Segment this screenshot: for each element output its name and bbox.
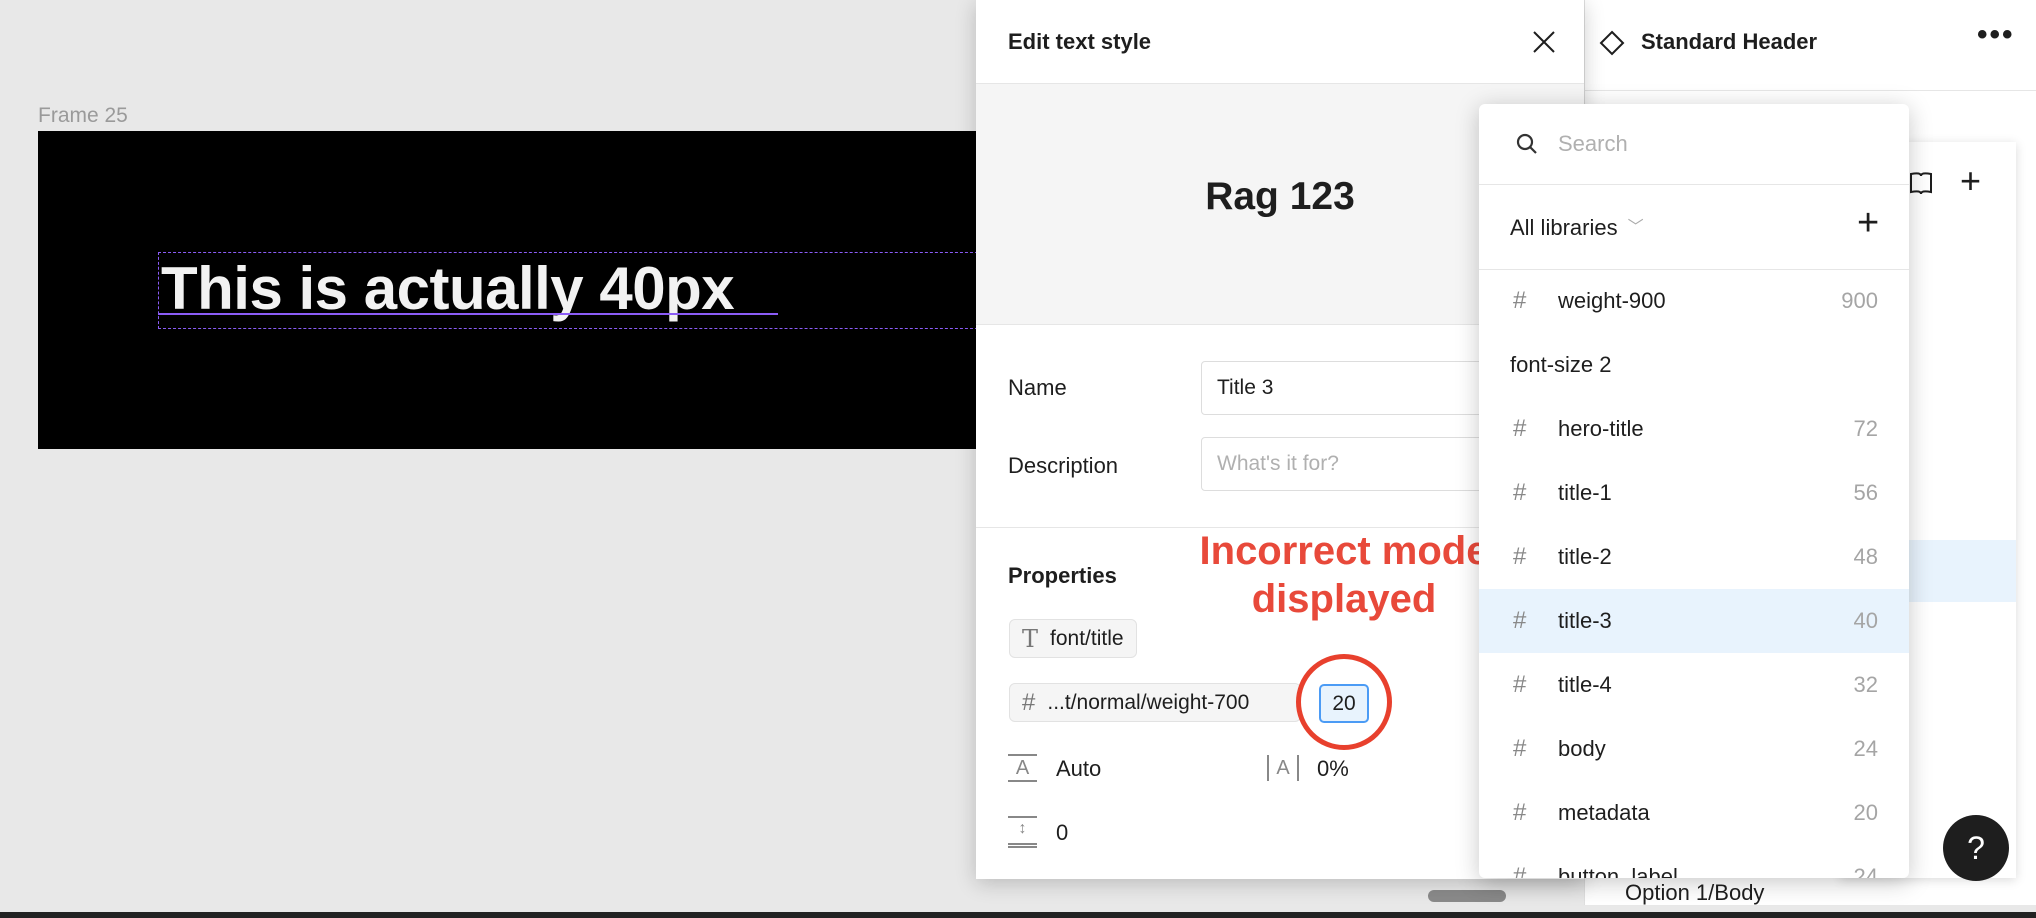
variable-option-button_label[interactable]: # button_label 24 [1479,845,1909,878]
line-height-value[interactable]: Auto [1056,756,1101,782]
variable-hash-icon: # [1513,287,1527,314]
option-value: 40 [1853,608,1878,633]
option-value: 72 [1853,416,1878,441]
variable-option-title-4[interactable]: # title-4 32 [1479,653,1909,717]
font-family-value: font/title [1050,626,1124,650]
annotation-line-2: displayed [1251,577,1437,621]
book-icon[interactable] [1908,170,1934,196]
annotation-line-1: Incorrect mode [1199,529,1489,573]
option-name: title-4 [1558,672,1612,697]
variable-option-title-2[interactable]: # title-2 48 [1479,525,1909,589]
close-icon[interactable] [1532,30,1556,54]
variable-option-font-size 2[interactable]: font-size 2 [1479,333,1909,397]
properties-heading: Properties [1008,563,1117,588]
font-weight-value: ...t/normal/weight-700 [1047,690,1250,714]
font-family-chip[interactable]: T font/title [1009,619,1137,658]
option-value: 900 [1841,288,1878,313]
variable-option-metadata[interactable]: # metadata 20 [1479,781,1909,845]
description-input[interactable]: What's it for? [1201,437,1501,491]
option-name: hero-title [1558,416,1644,441]
option-name: metadata [1558,800,1650,825]
help-button[interactable]: ? [1943,815,2009,881]
frame-label[interactable]: Frame 25 [38,104,128,128]
variable-hash-icon: # [1513,735,1527,762]
more-options-icon[interactable]: ••• [1977,18,2015,52]
variable-option-body[interactable]: # body 24 [1479,717,1909,781]
library-filter-label: All libraries [1510,215,1618,240]
divider [1479,184,1909,185]
letter-spacing-value[interactable]: 0% [1317,756,1349,782]
option-value: 24 [1853,864,1878,878]
paragraph-spacing-icon: ↕ [1008,816,1037,848]
variable-hash-icon: # [1513,607,1527,634]
variable-hash-icon: # [1513,863,1527,878]
option-value: 56 [1853,480,1878,505]
option-value: 24 [1853,736,1878,761]
option-name: weight-900 [1558,288,1666,313]
variable-option-title-3[interactable]: # title-3 40 [1479,589,1909,653]
selection-box[interactable] [158,252,988,329]
description-label: Description [1008,453,1119,478]
paragraph-spacing-value[interactable]: 0 [1056,820,1068,846]
variable-hash-icon: # [1513,799,1527,826]
letter-spacing-icon: A [1267,755,1299,781]
search-icon [1516,133,1537,154]
line-height-icon: A [1008,754,1037,782]
library-filter-dropdown[interactable]: All libraries ﹀ [1510,215,1644,241]
variable-hash-icon: # [1513,671,1527,698]
search-input[interactable]: Search [1558,131,1628,157]
name-input[interactable]: Title 3 [1201,361,1501,415]
screen-edge [0,912,2036,918]
variable-hash-icon: # [1513,479,1527,506]
add-icon[interactable]: + [1960,160,1981,202]
text-type-icon: T [1022,624,1039,653]
variable-option-weight-900[interactable]: # weight-900 900 [1479,269,1909,333]
panel-header: Standard Header ••• [1585,0,2036,91]
dialog-title: Edit text style [1008,29,1152,54]
name-label: Name [1008,375,1067,400]
layer-item[interactable]: Option 1/Body [1625,880,1764,906]
scrollbar[interactable] [1428,890,1506,902]
option-name: button_label [1558,864,1678,878]
component-title: Standard Header [1641,29,1818,54]
component-diamond-icon [1599,30,1625,56]
option-value: 32 [1853,672,1878,697]
annotation-circle [1296,654,1392,750]
option-name: title-2 [1558,544,1612,569]
group-name: font-size 2 [1510,352,1612,377]
variable-hash-icon: # [1022,688,1036,716]
option-name: title-1 [1558,480,1612,505]
variable-option-hero-title[interactable]: # hero-title 72 [1479,397,1909,461]
annotation-text: Incorrect mode displayed [1164,527,1524,623]
variable-hash-icon: # [1513,415,1527,442]
variable-hash-icon: # [1513,543,1527,570]
font-weight-chip[interactable]: # ...t/normal/weight-700 [1009,683,1301,722]
option-name: body [1558,736,1606,761]
variable-option-title-1[interactable]: # title-1 56 [1479,461,1909,525]
chevron-down-icon: ﹀ [1627,219,1644,236]
add-library-icon[interactable]: + [1857,202,1879,245]
option-value: 48 [1853,544,1878,569]
option-value: 20 [1853,800,1878,825]
dialog-header: Edit text style [976,0,1584,84]
variable-picker-dropdown: Search All libraries ﹀ + # weight-900 900 f… [1479,104,1909,878]
option-name: title-3 [1558,608,1612,633]
